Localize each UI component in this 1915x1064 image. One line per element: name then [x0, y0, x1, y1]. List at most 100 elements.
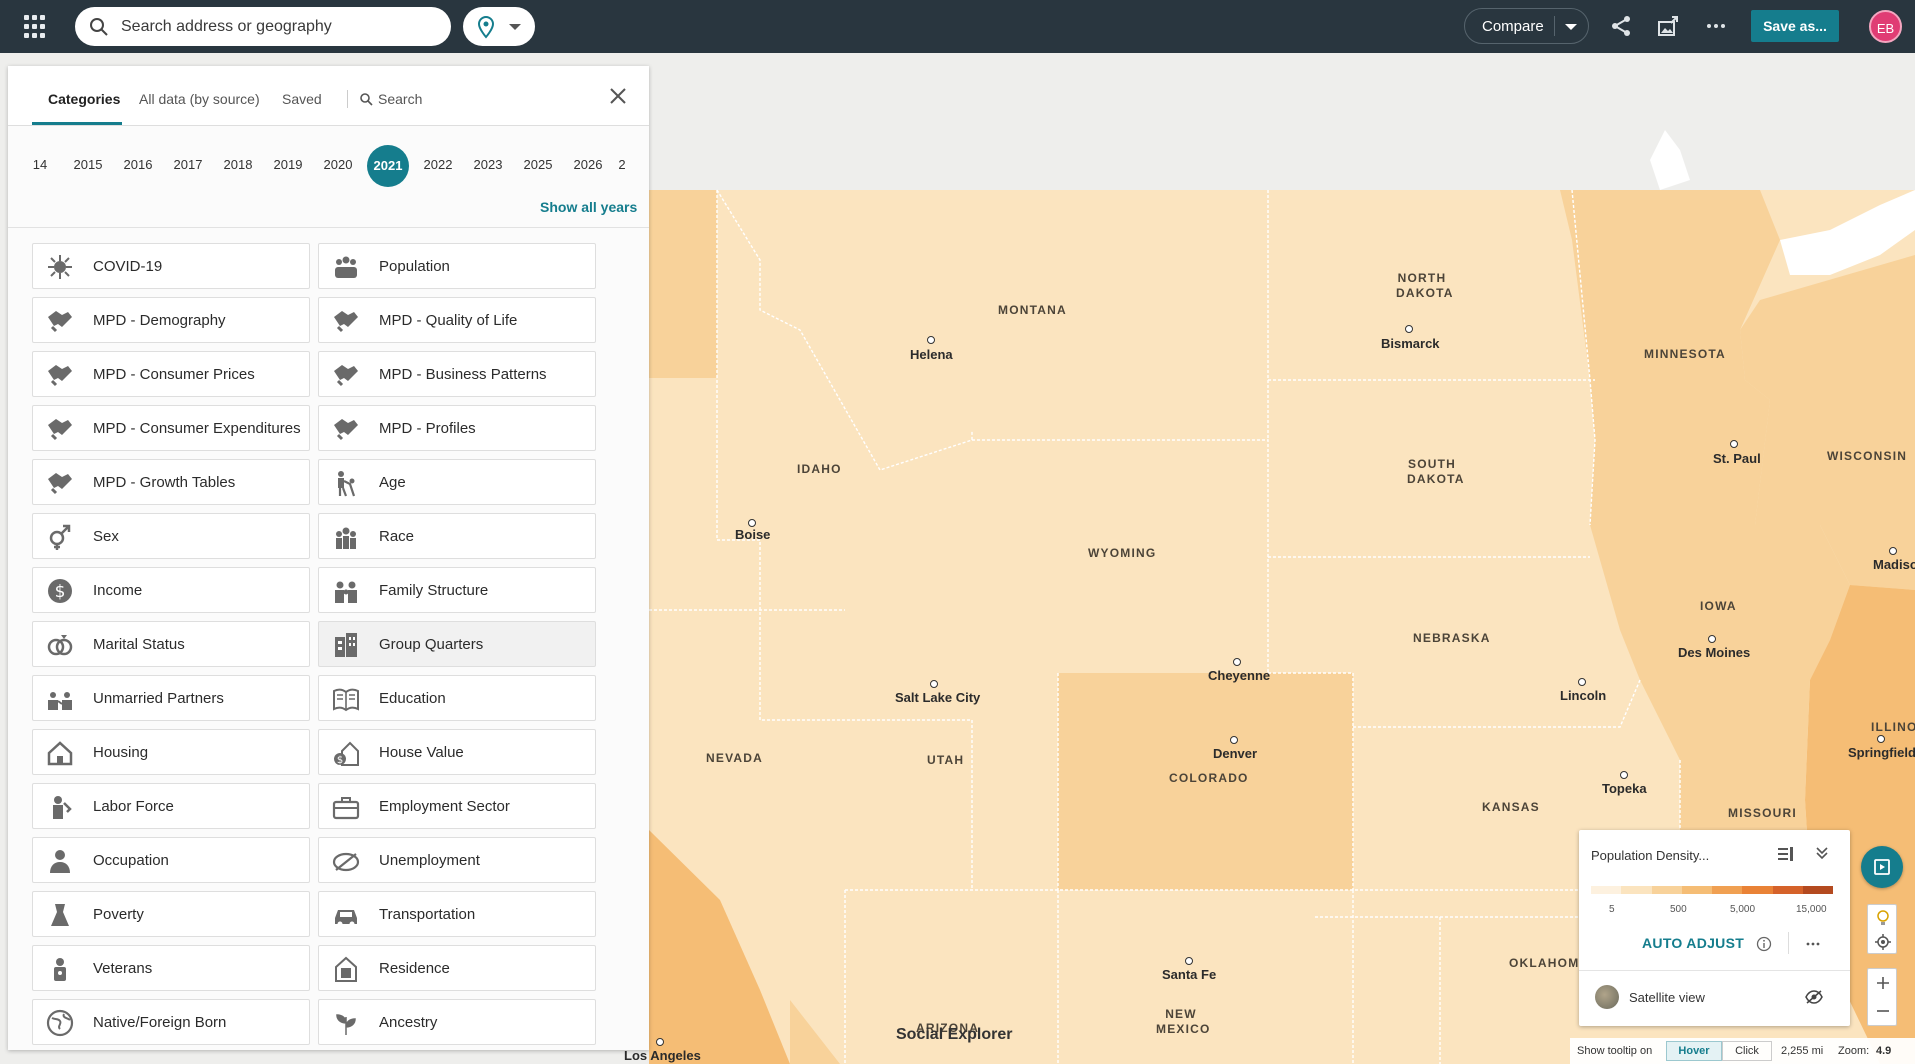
year-option[interactable]: 2018: [218, 157, 258, 172]
category-label: Unmarried Partners: [93, 690, 224, 707]
legend-list-icon[interactable]: [1777, 846, 1795, 862]
zoom-out-icon[interactable]: [1875, 1003, 1891, 1019]
category-veterans[interactable]: Veterans: [32, 945, 310, 991]
car-icon: [332, 901, 360, 929]
person-icon: [46, 847, 74, 875]
collapse-icon[interactable]: [1815, 846, 1829, 860]
auto-adjust-button[interactable]: AUTO ADJUST: [1642, 935, 1744, 951]
city-label: Springfield: [1848, 745, 1915, 760]
year-option[interactable]: 14: [20, 157, 60, 172]
handshake-icon: [332, 307, 360, 335]
category-group-quarters[interactable]: Group Quarters: [318, 621, 596, 667]
more-options-icon[interactable]: [1704, 14, 1728, 38]
tab-search[interactable]: Search: [378, 91, 422, 107]
category-mpd-consumer-prices[interactable]: MPD - Consumer Prices: [32, 351, 310, 397]
year-option[interactable]: 2015: [68, 157, 108, 172]
category-native-foreign-born[interactable]: Native/Foreign Born: [32, 999, 310, 1045]
year-option[interactable]: 2025: [518, 157, 558, 172]
worker-icon: [46, 793, 74, 821]
category-covid-19[interactable]: COVID-19: [32, 243, 310, 289]
state-label: NEVADA: [706, 751, 763, 765]
tree-icon: [332, 1009, 360, 1037]
legend-title[interactable]: Population Density...: [1591, 848, 1709, 863]
year-option[interactable]: 2023: [468, 157, 508, 172]
capital-marker: [1708, 635, 1716, 643]
capital-marker: [1185, 957, 1193, 965]
close-icon[interactable]: [608, 86, 628, 106]
category-mpd-growth-tables[interactable]: MPD - Growth Tables: [32, 459, 310, 505]
tab-separator: [347, 90, 348, 108]
category-mpd-profiles[interactable]: MPD - Profiles: [318, 405, 596, 451]
year-option[interactable]: 2: [602, 157, 642, 172]
year-option[interactable]: 2020: [318, 157, 358, 172]
category-unmarried-partners[interactable]: Unmarried Partners: [32, 675, 310, 721]
category-mpd-quality-of-life[interactable]: MPD - Quality of Life: [318, 297, 596, 343]
year-option[interactable]: 2022: [418, 157, 458, 172]
category-label: MPD - Demography: [93, 312, 226, 329]
poverty-icon: [46, 901, 74, 929]
category-age[interactable]: Age: [318, 459, 596, 505]
info-icon[interactable]: [1756, 936, 1772, 952]
state-label: WYOMING: [1088, 546, 1157, 560]
category-education[interactable]: Education: [318, 675, 596, 721]
tooltip-hover-toggle[interactable]: Hover: [1666, 1041, 1722, 1061]
category-labor-force[interactable]: Labor Force: [32, 783, 310, 829]
category-marital-status[interactable]: Marital Status: [32, 621, 310, 667]
category-label: Transportation: [379, 906, 476, 923]
hint-bulb-icon[interactable]: [1874, 909, 1892, 927]
capital-marker: [930, 680, 938, 688]
share-icon[interactable]: [1609, 14, 1633, 38]
tab-categories[interactable]: Categories: [48, 91, 120, 107]
category-housing[interactable]: Housing: [32, 729, 310, 775]
house-value-icon: $: [332, 739, 360, 767]
tooltip-click-toggle[interactable]: Click: [1722, 1041, 1772, 1061]
state-label: MISSOURI: [1728, 806, 1797, 820]
age-icon: [332, 469, 360, 497]
location-button[interactable]: [463, 7, 535, 46]
category-occupation[interactable]: Occupation: [32, 837, 310, 883]
category-race[interactable]: Race: [318, 513, 596, 559]
category-mpd-demography[interactable]: MPD - Demography: [32, 297, 310, 343]
category-label: MPD - Consumer Expenditures: [93, 420, 301, 437]
avatar[interactable]: EB: [1869, 10, 1902, 43]
category-house-value[interactable]: $ House Value: [318, 729, 596, 775]
tab-all-data[interactable]: All data (by source): [139, 91, 260, 107]
gender-icon: [46, 523, 74, 551]
category-poverty[interactable]: Poverty: [32, 891, 310, 937]
visibility-off-icon[interactable]: [1804, 989, 1824, 1005]
category-family-structure[interactable]: Family Structure: [318, 567, 596, 613]
category-population[interactable]: Population: [318, 243, 596, 289]
category-label: Housing: [93, 744, 149, 761]
category-mpd-consumer-expenditures[interactable]: MPD - Consumer Expenditures: [32, 405, 310, 451]
legend-tick: 500: [1670, 904, 1687, 915]
zoom-in-icon[interactable]: [1875, 975, 1891, 991]
city-label: Madison: [1873, 557, 1915, 572]
year-option[interactable]: 2017: [168, 157, 208, 172]
apps-grid-icon[interactable]: [24, 15, 48, 39]
year-option[interactable]: 2016: [118, 157, 158, 172]
category-employment-sector[interactable]: Employment Sector: [318, 783, 596, 829]
category-transportation[interactable]: Transportation: [318, 891, 596, 937]
export-image-icon[interactable]: [1656, 14, 1680, 38]
category-income[interactable]: $ Income: [32, 567, 310, 613]
presentation-button[interactable]: [1861, 846, 1903, 888]
category-sex[interactable]: Sex: [32, 513, 310, 559]
category-ancestry[interactable]: Ancestry: [318, 999, 596, 1045]
year-option[interactable]: 2019: [268, 157, 308, 172]
category-mpd-business-patterns[interactable]: MPD - Business Patterns: [318, 351, 596, 397]
save-as-button[interactable]: Save as...: [1751, 10, 1839, 42]
locate-me-icon[interactable]: [1874, 933, 1892, 951]
year-selected[interactable]: 2021: [367, 145, 409, 187]
slides-icon: [1874, 859, 1890, 875]
search-box: [75, 7, 451, 46]
category-residence[interactable]: Residence: [318, 945, 596, 991]
more-options-icon[interactable]: [1805, 936, 1821, 952]
separator: [1788, 932, 1789, 954]
category-label: House Value: [379, 744, 464, 761]
tab-saved[interactable]: Saved: [282, 91, 322, 107]
search-input[interactable]: [121, 13, 431, 40]
show-all-years-link[interactable]: Show all years: [540, 199, 637, 215]
compare-dropdown[interactable]: Compare: [1464, 8, 1589, 44]
category-unemployment[interactable]: Unemployment: [318, 837, 596, 883]
divider: [8, 227, 649, 228]
